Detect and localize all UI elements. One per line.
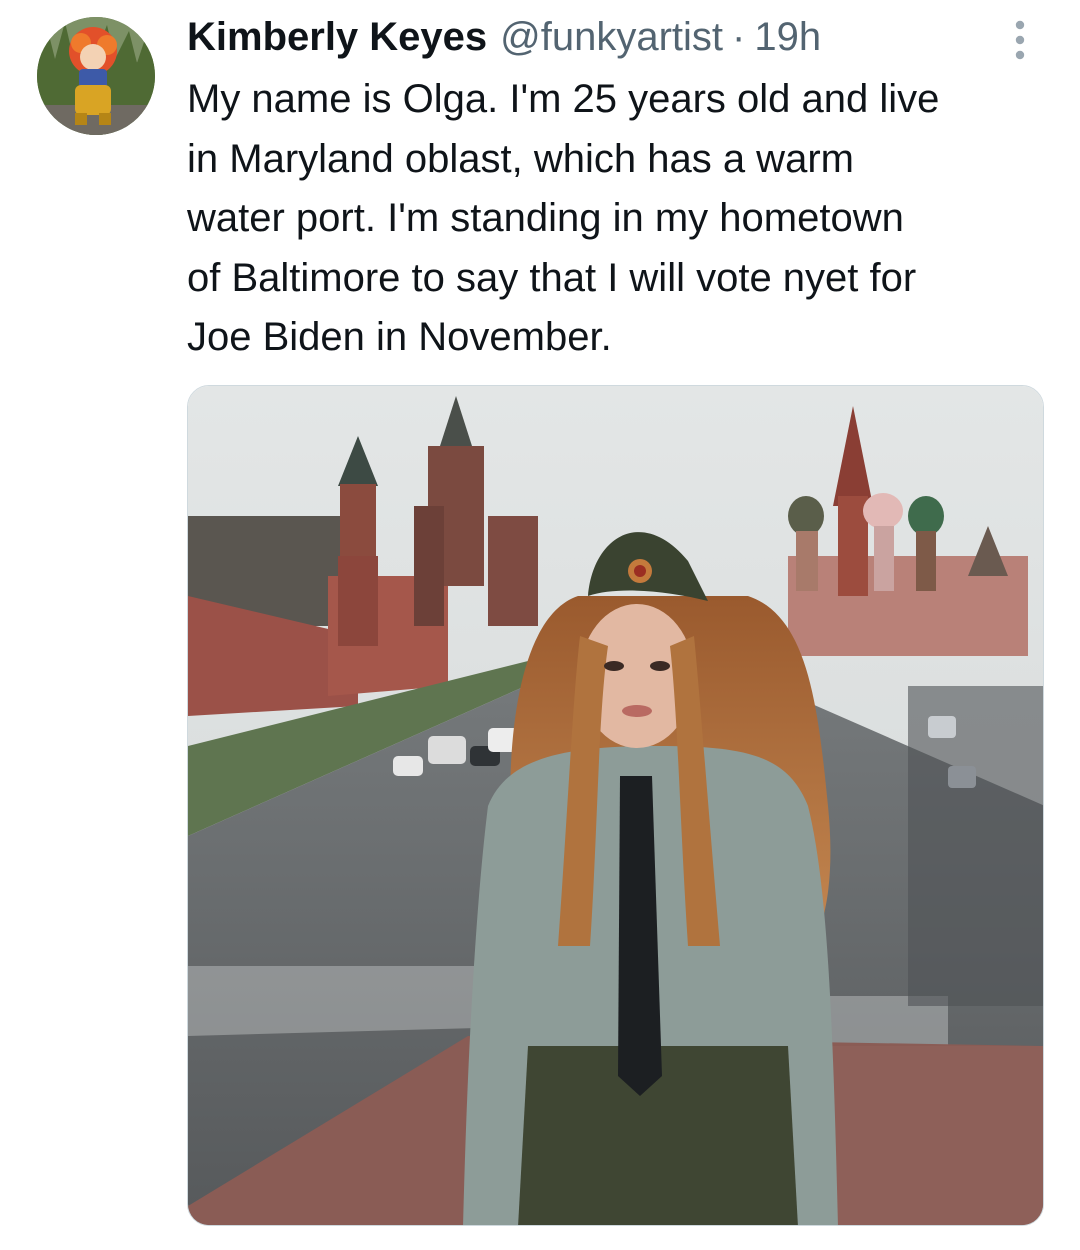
tweet-header: Kimberly Keyes @funkyartist · 19h <box>187 10 821 64</box>
avatar-image <box>37 17 155 135</box>
photo-image <box>188 386 1043 1225</box>
avatar[interactable] <box>37 17 155 135</box>
tweet-timestamp[interactable]: 19h <box>754 15 821 60</box>
separator-dot: · <box>732 14 746 59</box>
more-options-button[interactable] <box>1004 16 1036 64</box>
tweet[interactable]: Kimberly Keyes @funkyartist · 19h My nam… <box>0 0 1080 1250</box>
more-vertical-icon <box>1015 20 1025 60</box>
tweet-photo[interactable] <box>187 385 1044 1226</box>
user-handle[interactable]: @funkyartist <box>500 15 723 60</box>
display-name[interactable]: Kimberly Keyes <box>187 15 487 60</box>
tweet-text: My name is Olga. I'm 25 years old and li… <box>187 77 940 359</box>
